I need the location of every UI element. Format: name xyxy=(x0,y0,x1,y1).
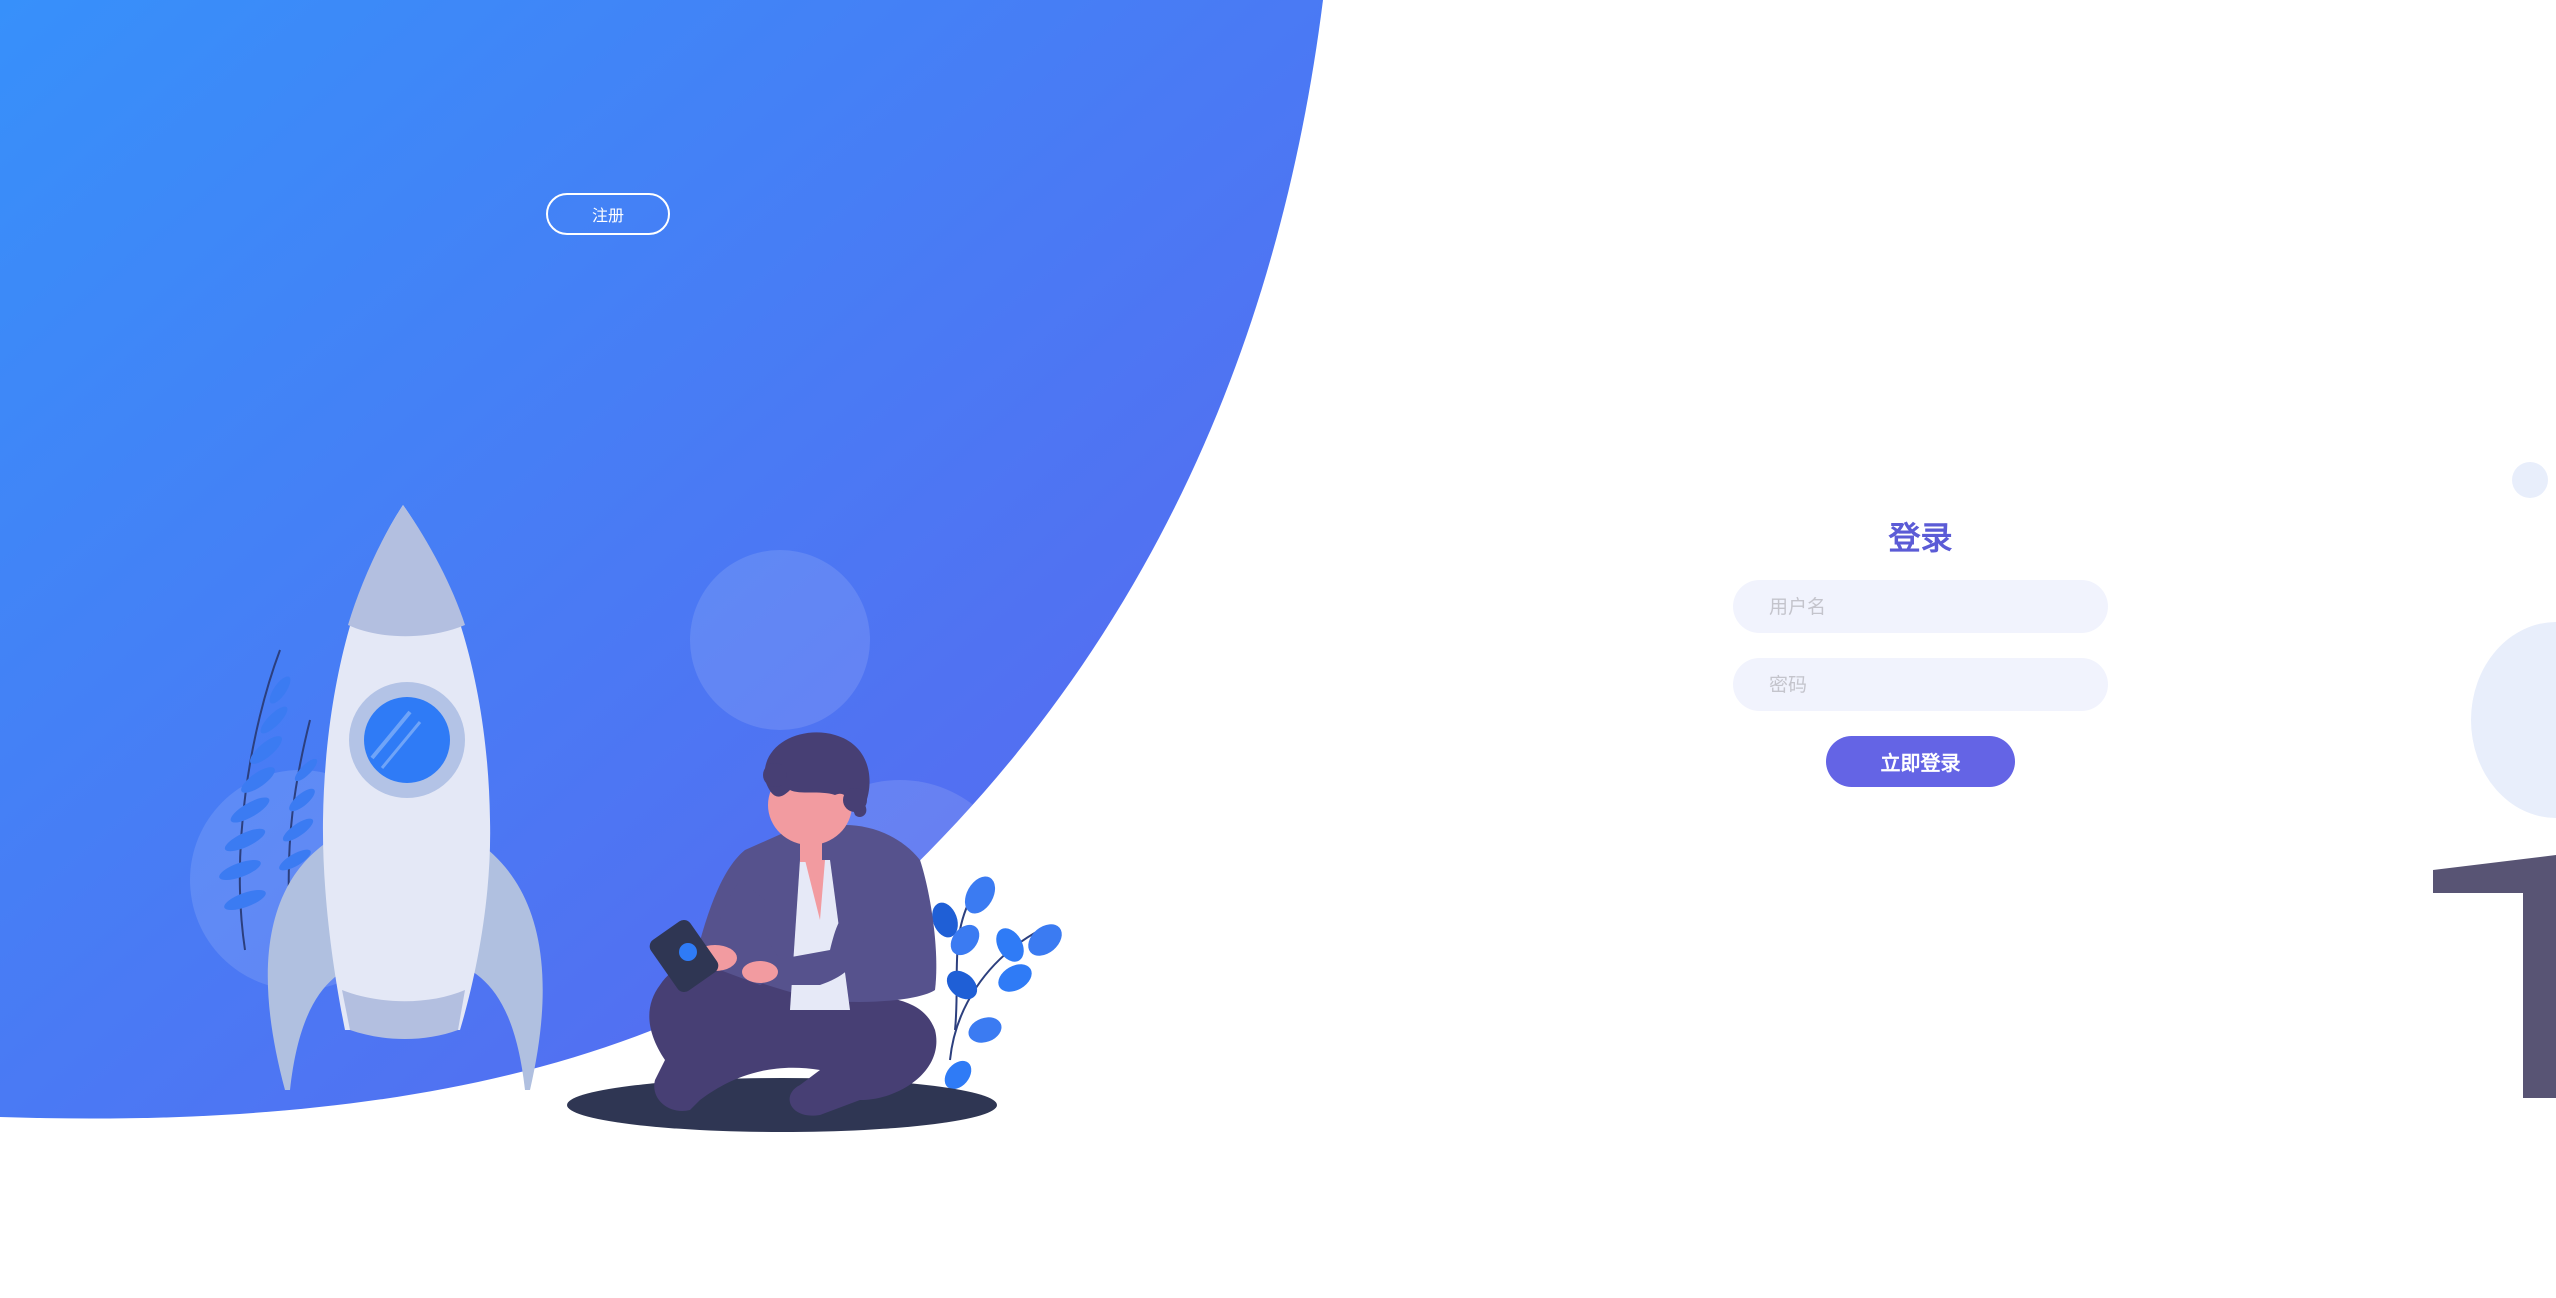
password-input[interactable] xyxy=(1733,658,2108,711)
right-edge-decoration xyxy=(2433,462,2556,1098)
login-page: 注册 登录 立即登录 xyxy=(0,0,2556,1298)
login-title: 登录 xyxy=(1888,519,1953,557)
username-input[interactable] xyxy=(1733,580,2108,633)
login-form: 登录 立即登录 xyxy=(1733,510,2108,787)
person-shadow xyxy=(567,1078,997,1132)
illustration xyxy=(190,462,2556,1132)
signup-button[interactable]: 注册 xyxy=(546,193,670,235)
login-button[interactable]: 立即登录 xyxy=(1826,736,2015,787)
